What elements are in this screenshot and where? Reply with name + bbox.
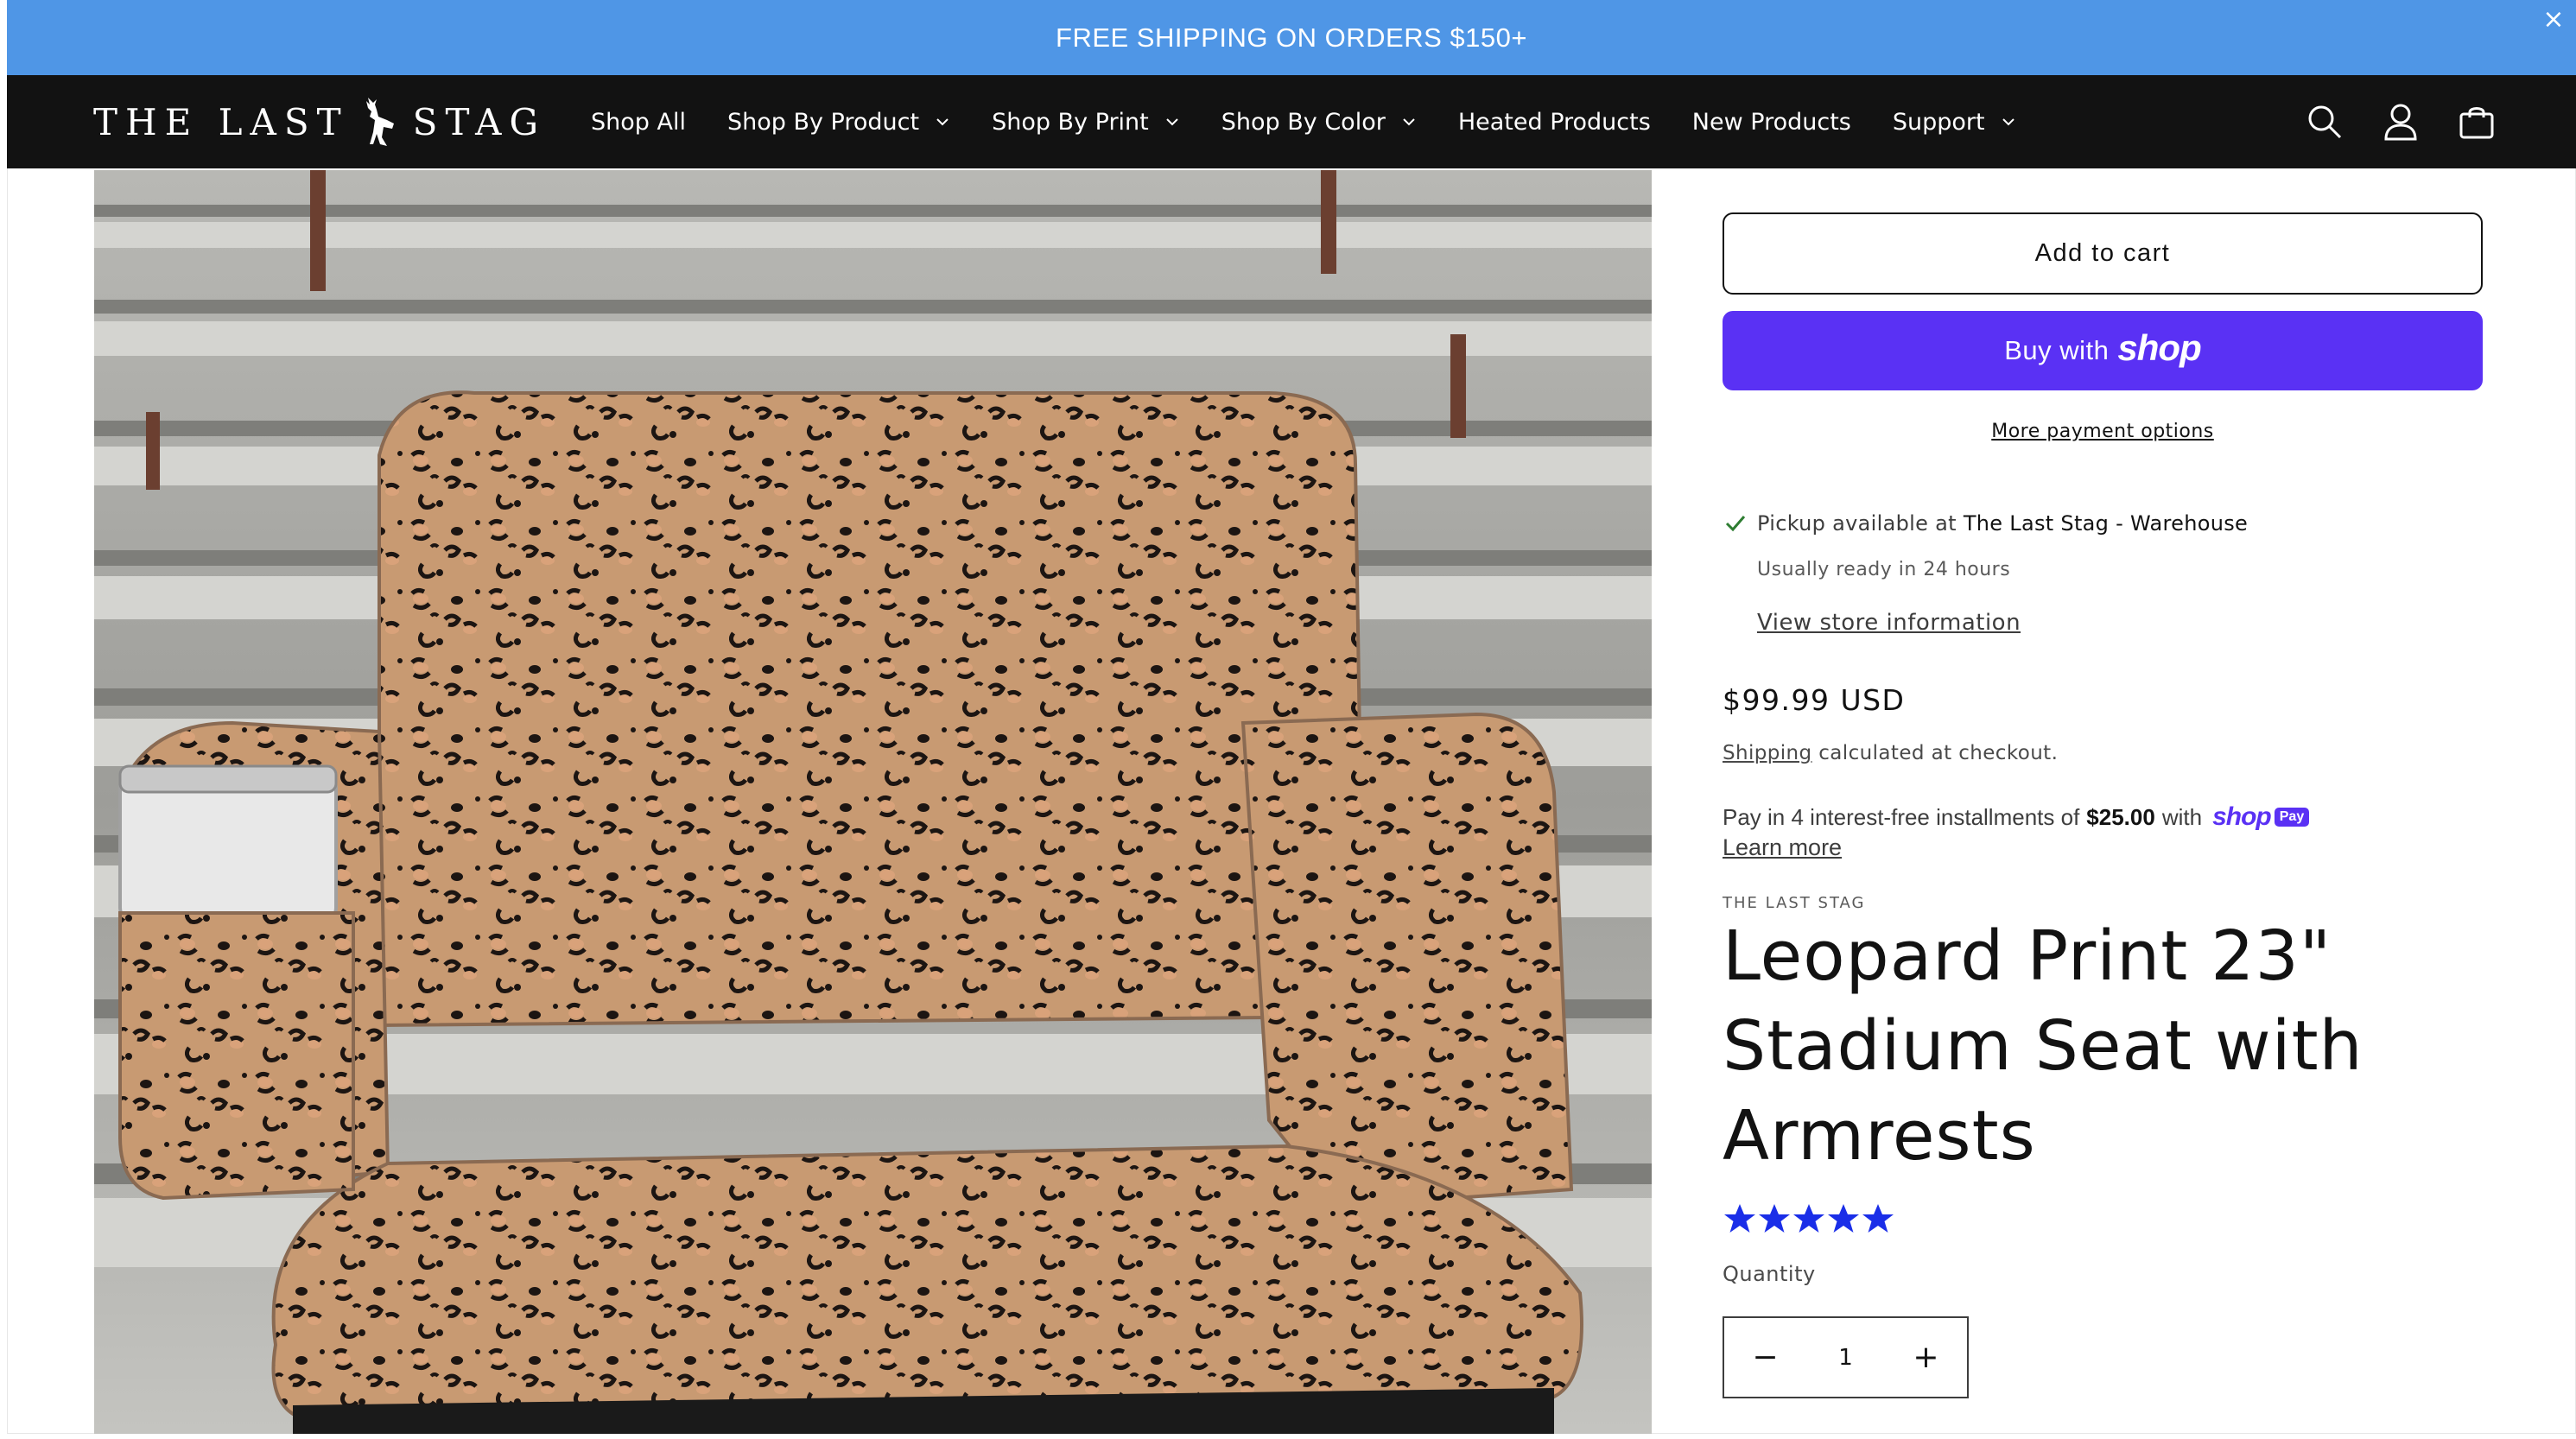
- nav-label: Heated Products: [1457, 108, 1651, 136]
- pickup-location: The Last Stag - Warehouse: [1963, 511, 2249, 536]
- product-title: Leopard Print 23" Stadium Seat with Armr…: [1723, 916, 2363, 1176]
- cart-icon[interactable]: [2457, 102, 2497, 142]
- product-vendor: THE LAST STAG: [1723, 894, 1866, 912]
- chevron-down-icon: [936, 118, 949, 126]
- pickup-availability: Pickup available at The Last Stag - Ware…: [1723, 510, 2248, 536]
- view-store-info-link[interactable]: View store information: [1757, 610, 2021, 636]
- shop-pay-word: shop: [2212, 802, 2272, 831]
- pickup-prefix: Pickup available at: [1757, 511, 1957, 536]
- star-icon: [1759, 1204, 1790, 1233]
- nav-shop-by-color[interactable]: Shop By Color: [1221, 109, 1417, 136]
- logo-text-right: STAG: [412, 100, 547, 143]
- nav-label: Shop By Product: [726, 108, 920, 136]
- stadium-seat-photo: [94, 170, 1652, 1434]
- nav-new-products[interactable]: New Products: [1692, 109, 1851, 136]
- shipping-note-text: calculated at checkout.: [1818, 742, 2059, 764]
- more-payment-options-link[interactable]: More payment options: [1723, 421, 2483, 442]
- pickup-ready-time: Usually ready in 24 hours: [1757, 559, 2011, 580]
- product-image[interactable]: [94, 170, 1652, 1434]
- shop-pay-badge: Pay: [2274, 808, 2310, 827]
- quantity-decrease-button[interactable]: −: [1724, 1318, 1806, 1397]
- main-nav: Shop All Shop By Product Shop By Print S…: [591, 75, 2058, 168]
- buy-with-shop-button[interactable]: Buy with shop: [1723, 311, 2483, 390]
- search-icon[interactable]: [2305, 102, 2344, 142]
- rating-stars[interactable]: [1723, 1201, 1895, 1236]
- chevron-down-icon: [1403, 118, 1415, 126]
- site-header: THE LAST STAG Shop All Shop By Product S…: [7, 75, 2576, 168]
- nav-label: Shop All: [591, 108, 686, 136]
- buy-with-label: Buy with: [2004, 335, 2110, 365]
- nav-shop-all[interactable]: Shop All: [591, 109, 686, 136]
- star-icon: [1862, 1204, 1894, 1233]
- nav-label: New Products: [1691, 108, 1851, 136]
- shipping-note: Shipping calculated at checkout.: [1723, 742, 2058, 764]
- announcement-text: FREE SHIPPING ON ORDERS $150+: [1056, 22, 1527, 53]
- header-icons: [2268, 75, 2497, 168]
- add-to-cart-button[interactable]: Add to cart: [1723, 212, 2483, 295]
- site-logo[interactable]: THE LAST STAG: [93, 92, 546, 151]
- shop-logo: shop: [2117, 327, 2201, 368]
- nav-label: Support: [1892, 108, 1985, 136]
- shipping-link[interactable]: Shipping: [1723, 742, 1812, 764]
- installments-prefix: Pay in 4 interest-free installments of: [1723, 803, 2080, 830]
- star-icon: [1793, 1204, 1824, 1233]
- quantity-input[interactable]: [1806, 1318, 1885, 1397]
- installments-message: Pay in 4 interest-free installments of $…: [1723, 802, 2310, 832]
- check-icon: [1725, 516, 1746, 532]
- star-icon: [1828, 1204, 1859, 1233]
- shop-pay-logo: shop Pay: [2212, 802, 2310, 832]
- announcement-bar: FREE SHIPPING ON ORDERS $150+ ×: [7, 0, 2576, 75]
- quantity-increase-button[interactable]: +: [1885, 1318, 1967, 1397]
- learn-more-link[interactable]: Learn more: [1723, 834, 1842, 861]
- product-price: $99.99 USD: [1723, 683, 1906, 717]
- close-icon[interactable]: ×: [2536, 2, 2571, 36]
- nav-shop-by-print[interactable]: Shop By Print: [992, 109, 1180, 136]
- logo-text-left: THE LAST: [93, 100, 349, 143]
- installments-with: with: [2161, 803, 2203, 830]
- nav-heated-products[interactable]: Heated Products: [1458, 109, 1651, 136]
- account-icon[interactable]: [2381, 102, 2421, 142]
- installments-amount: $25.00: [2086, 803, 2155, 830]
- quantity-stepper: − +: [1723, 1316, 1969, 1398]
- star-icon: [1724, 1204, 1755, 1233]
- chevron-down-icon: [1166, 118, 1178, 126]
- nav-label: Shop By Print: [992, 108, 1149, 136]
- nav-label: Shop By Color: [1221, 108, 1386, 136]
- nav-shop-by-product[interactable]: Shop By Product: [727, 109, 950, 136]
- nav-support[interactable]: Support: [1893, 109, 2016, 136]
- quantity-label: Quantity: [1723, 1262, 1816, 1286]
- stag-logo-icon: [365, 98, 394, 146]
- chevron-down-icon: [2002, 118, 2014, 126]
